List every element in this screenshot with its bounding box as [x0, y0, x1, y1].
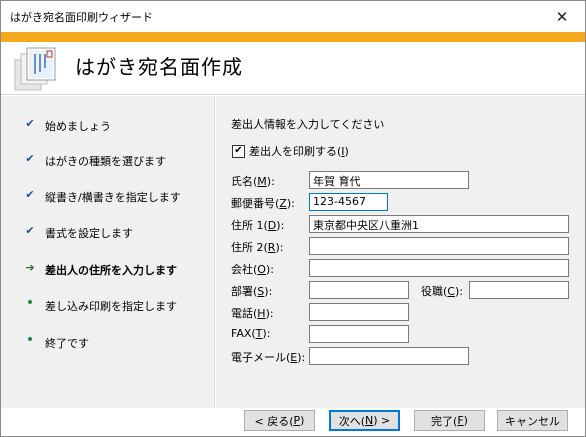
close-button[interactable]: ✕: [539, 1, 585, 32]
step-format[interactable]: ✔ 書式を設定します: [1, 223, 215, 243]
next-button[interactable]: 次へ(N) >: [329, 410, 400, 431]
phone-label: 電話(H):: [231, 307, 274, 320]
checkmark-icon: ✔: [234, 145, 243, 156]
email-field[interactable]: [309, 347, 469, 365]
step-label: はがきの種類を選びます: [45, 155, 166, 168]
wizard-title: はがき宛名面作成: [75, 55, 243, 79]
steps-pane: ✔ 始めましょう ✔ はがきの種類を選びます ✔ 縦書き/横書きを指定します ✔…: [1, 96, 215, 408]
step-label: 書式を設定します: [45, 227, 133, 240]
step-label: 始めましょう: [45, 120, 111, 133]
step-orientation[interactable]: ✔ 縦書き/横書きを指定します: [1, 187, 215, 207]
wizard-window: はがき宛名面印刷ウィザード ✕ はがき宛名面作成 ✔ 始めましょう ✔ はがきの…: [0, 0, 586, 437]
check-icon: ✔: [25, 224, 35, 237]
postcard-icon: [14, 47, 56, 91]
button-bar: < 戻る(P) 次へ(N) > 完了(F) キャンセル: [1, 408, 585, 436]
wizard-header: はがき宛名面作成: [1, 42, 585, 95]
company-label: 会社(O):: [231, 263, 274, 276]
window-title: はがき宛名面印刷ウィザード: [10, 11, 153, 24]
print-sender-label: 差出人を印刷する(I): [249, 145, 349, 158]
job-title-label: 役職(C):: [421, 285, 463, 298]
address1-label: 住所 1(D):: [231, 219, 285, 232]
check-icon: ✔: [25, 117, 35, 130]
name-label: 氏名(M):: [231, 175, 275, 188]
address1-field[interactable]: 東京都中央区八重洲1: [309, 215, 569, 233]
close-icon: ✕: [555, 7, 569, 26]
step-label: 縦書き/横書きを指定します: [45, 191, 181, 204]
step-label: 差し込み印刷を指定します: [45, 300, 177, 313]
fax-field[interactable]: [309, 325, 409, 343]
step-sender-address[interactable]: ➔ 差出人の住所を入力します: [1, 260, 215, 280]
step-label: 差出人の住所を入力します: [45, 264, 177, 277]
fax-label: FAX(T):: [231, 327, 271, 340]
cancel-button[interactable]: キャンセル: [497, 410, 568, 431]
back-button[interactable]: < 戻る(P): [244, 410, 315, 431]
postal-code-field[interactable]: 123-4567: [309, 193, 388, 211]
email-label: 電子メール(E):: [231, 351, 306, 364]
bullet-icon: •: [25, 332, 35, 348]
check-icon: ✔: [25, 152, 35, 165]
name-field[interactable]: 年賀 育代: [309, 171, 469, 189]
step-card-type[interactable]: ✔ はがきの種類を選びます: [1, 151, 215, 171]
bullet-icon: •: [25, 295, 35, 311]
address2-field[interactable]: [309, 237, 569, 255]
form-heading: 差出人情報を入力してください: [231, 118, 385, 131]
postal-code-label: 郵便番号(Z):: [231, 197, 295, 210]
phone-field[interactable]: [309, 303, 409, 321]
step-merge-print[interactable]: • 差し込み印刷を指定します: [1, 295, 215, 316]
arrow-right-icon: ➔: [25, 261, 35, 274]
address2-label: 住所 2(R):: [231, 241, 284, 254]
checkbox-box[interactable]: ✔: [232, 144, 245, 158]
job-title-field[interactable]: [469, 281, 569, 299]
print-sender-checkbox[interactable]: ✔ 差出人を印刷する(I): [232, 143, 349, 159]
step-label: 終了です: [45, 337, 89, 350]
department-field[interactable]: [309, 281, 409, 299]
department-label: 部署(S):: [231, 285, 273, 298]
company-field[interactable]: [309, 259, 569, 277]
finish-button[interactable]: 完了(F): [414, 410, 485, 431]
check-icon: ✔: [25, 188, 35, 201]
sender-form: 差出人情報を入力してください ✔ 差出人を印刷する(I) 氏名(M): 年賀 育…: [216, 96, 585, 408]
step-finish[interactable]: • 終了です: [1, 332, 215, 353]
accent-bar: [1, 32, 585, 42]
step-start[interactable]: ✔ 始めましょう: [1, 116, 215, 136]
title-bar: はがき宛名面印刷ウィザード ✕: [1, 1, 585, 32]
